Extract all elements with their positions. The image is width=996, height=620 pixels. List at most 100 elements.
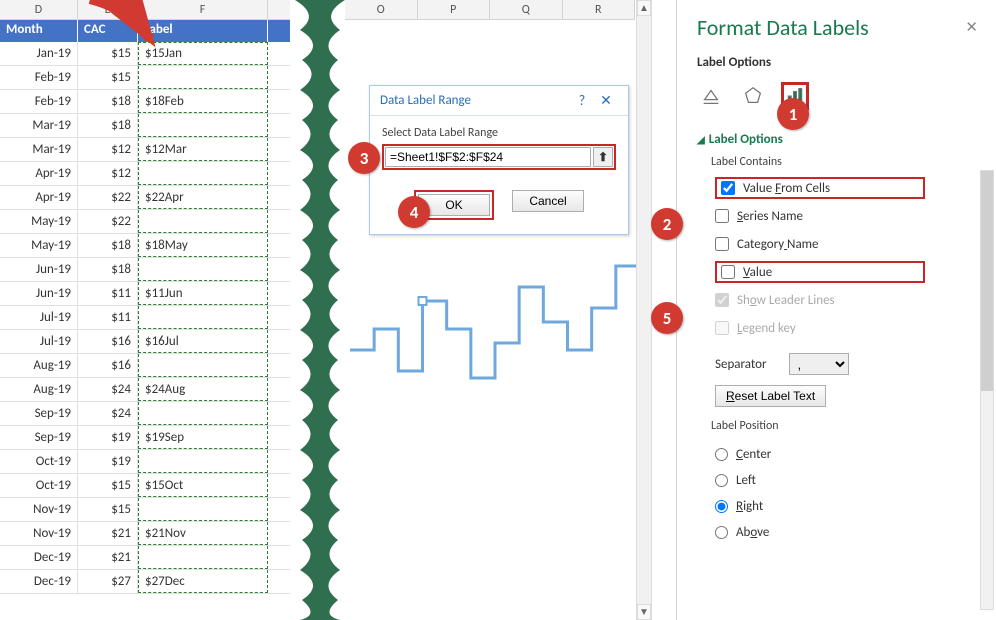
- cell-month[interactable]: Mar-19: [0, 138, 78, 161]
- cell-cac[interactable]: $19: [78, 450, 138, 473]
- hdr-month[interactable]: Month: [0, 20, 78, 42]
- range-input[interactable]: [385, 147, 591, 167]
- cell-month[interactable]: Aug-19: [0, 378, 78, 401]
- step-chart[interactable]: [345, 240, 645, 460]
- radio-center[interactable]: [715, 448, 728, 461]
- cell-cac[interactable]: $22: [78, 210, 138, 233]
- cell-month[interactable]: May-19: [0, 210, 78, 233]
- cell-label[interactable]: $18May: [138, 234, 268, 257]
- cell-label[interactable]: [138, 354, 268, 377]
- cell-month[interactable]: Nov-19: [0, 498, 78, 521]
- cell-cac[interactable]: $22: [78, 186, 138, 209]
- cell-month[interactable]: Oct-19: [0, 450, 78, 473]
- dialog-close-icon[interactable]: ✕: [594, 92, 618, 109]
- cell-cac[interactable]: $21: [78, 546, 138, 569]
- table-row[interactable]: Sep-19$19$19Sep: [0, 426, 290, 450]
- cell-label[interactable]: [138, 402, 268, 425]
- cell-label[interactable]: $12Mar: [138, 138, 268, 161]
- table-row[interactable]: Aug-19$24$24Aug: [0, 378, 290, 402]
- cell-label[interactable]: $15Oct: [138, 474, 268, 497]
- col-P[interactable]: P: [418, 0, 491, 19]
- cell-label[interactable]: [138, 162, 268, 185]
- dialog-help-icon[interactable]: ?: [570, 92, 594, 109]
- cell-cac[interactable]: $19: [78, 426, 138, 449]
- table-row[interactable]: Jun-19$18: [0, 258, 290, 282]
- label-options-section[interactable]: ◢Label Options: [697, 132, 978, 147]
- table-row[interactable]: Nov-19$21$21Nov: [0, 522, 290, 546]
- fill-line-icon[interactable]: [697, 82, 725, 110]
- cell-label[interactable]: $16Jul: [138, 330, 268, 353]
- cell-month[interactable]: Jun-19: [0, 282, 78, 305]
- cell-label[interactable]: [138, 546, 268, 569]
- cell-label[interactable]: [138, 306, 268, 329]
- cb-category-name[interactable]: [715, 237, 729, 251]
- cell-cac[interactable]: $11: [78, 282, 138, 305]
- radio-right[interactable]: [715, 500, 728, 513]
- radio-above[interactable]: [715, 526, 728, 539]
- col-R[interactable]: R: [563, 0, 636, 19]
- panel-scrollbar[interactable]: [980, 170, 994, 610]
- table-row[interactable]: Jul-19$16$16Jul: [0, 330, 290, 354]
- cell-cac[interactable]: $18: [78, 258, 138, 281]
- cancel-button[interactable]: Cancel: [512, 190, 584, 212]
- label-options-header[interactable]: Label Options: [697, 55, 978, 70]
- cell-month[interactable]: Feb-19: [0, 66, 78, 89]
- cell-month[interactable]: Apr-19: [0, 186, 78, 209]
- scroll-down-icon[interactable]: ▼: [637, 604, 651, 620]
- table-row[interactable]: Oct-19$19: [0, 450, 290, 474]
- table-row[interactable]: Feb-19$15: [0, 66, 290, 90]
- cell-cac[interactable]: $18: [78, 114, 138, 137]
- cell-label[interactable]: [138, 498, 268, 521]
- cell-month[interactable]: May-19: [0, 234, 78, 257]
- value-row[interactable]: Value: [715, 261, 925, 283]
- worksheet-scrollbar[interactable]: ▲ ▼: [636, 0, 652, 620]
- cell-cac[interactable]: $24: [78, 402, 138, 425]
- table-row[interactable]: Jul-19$11: [0, 306, 290, 330]
- cell-cac[interactable]: $15: [78, 498, 138, 521]
- cb-value[interactable]: [721, 265, 735, 279]
- table-row[interactable]: Apr-19$22$22Apr: [0, 186, 290, 210]
- cell-month[interactable]: Nov-19: [0, 522, 78, 545]
- range-picker-icon[interactable]: ⬆: [593, 147, 613, 167]
- cell-cac[interactable]: $18: [78, 90, 138, 113]
- panel-close-icon[interactable]: ✕: [965, 18, 978, 37]
- cell-cac[interactable]: $11: [78, 306, 138, 329]
- separator-select[interactable]: ,: [789, 353, 849, 375]
- cell-month[interactable]: Jun-19: [0, 258, 78, 281]
- cell-cac[interactable]: $16: [78, 354, 138, 377]
- col-O[interactable]: O: [345, 0, 418, 19]
- cell-label[interactable]: $21Nov: [138, 522, 268, 545]
- cell-month[interactable]: Mar-19: [0, 114, 78, 137]
- radio-left[interactable]: [715, 474, 728, 487]
- table-row[interactable]: Jun-19$11$11Jun: [0, 282, 290, 306]
- cell-cac[interactable]: $24: [78, 378, 138, 401]
- table-row[interactable]: Apr-19$12: [0, 162, 290, 186]
- cell-label[interactable]: $24Aug: [138, 378, 268, 401]
- table-row[interactable]: Aug-19$16: [0, 354, 290, 378]
- table-row[interactable]: May-19$22: [0, 210, 290, 234]
- effects-icon[interactable]: [739, 82, 767, 110]
- table-row[interactable]: Dec-19$21: [0, 546, 290, 570]
- cell-label[interactable]: $22Apr: [138, 186, 268, 209]
- cell-label[interactable]: [138, 210, 268, 233]
- category-name-row[interactable]: Category Name: [715, 233, 978, 255]
- cell-month[interactable]: Jul-19: [0, 330, 78, 353]
- cell-label[interactable]: $18Feb: [138, 90, 268, 113]
- series-name-row[interactable]: Series Name: [715, 205, 978, 227]
- cell-label[interactable]: [138, 114, 268, 137]
- cell-month[interactable]: Dec-19: [0, 546, 78, 569]
- cell-month[interactable]: Sep-19: [0, 426, 78, 449]
- pos-above-row[interactable]: Above: [715, 519, 978, 545]
- table-row[interactable]: Sep-19$24: [0, 402, 290, 426]
- table-row[interactable]: Oct-19$15$15Oct: [0, 474, 290, 498]
- cell-month[interactable]: Sep-19: [0, 402, 78, 425]
- col-Q[interactable]: Q: [490, 0, 563, 19]
- table-row[interactable]: Mar-19$18: [0, 114, 290, 138]
- table-row[interactable]: May-19$18$18May: [0, 234, 290, 258]
- col-D[interactable]: D: [0, 0, 78, 19]
- cell-cac[interactable]: $12: [78, 138, 138, 161]
- cell-label[interactable]: [138, 258, 268, 281]
- cell-cac[interactable]: $18: [78, 234, 138, 257]
- cb-series-name[interactable]: [715, 209, 729, 223]
- cell-month[interactable]: Apr-19: [0, 162, 78, 185]
